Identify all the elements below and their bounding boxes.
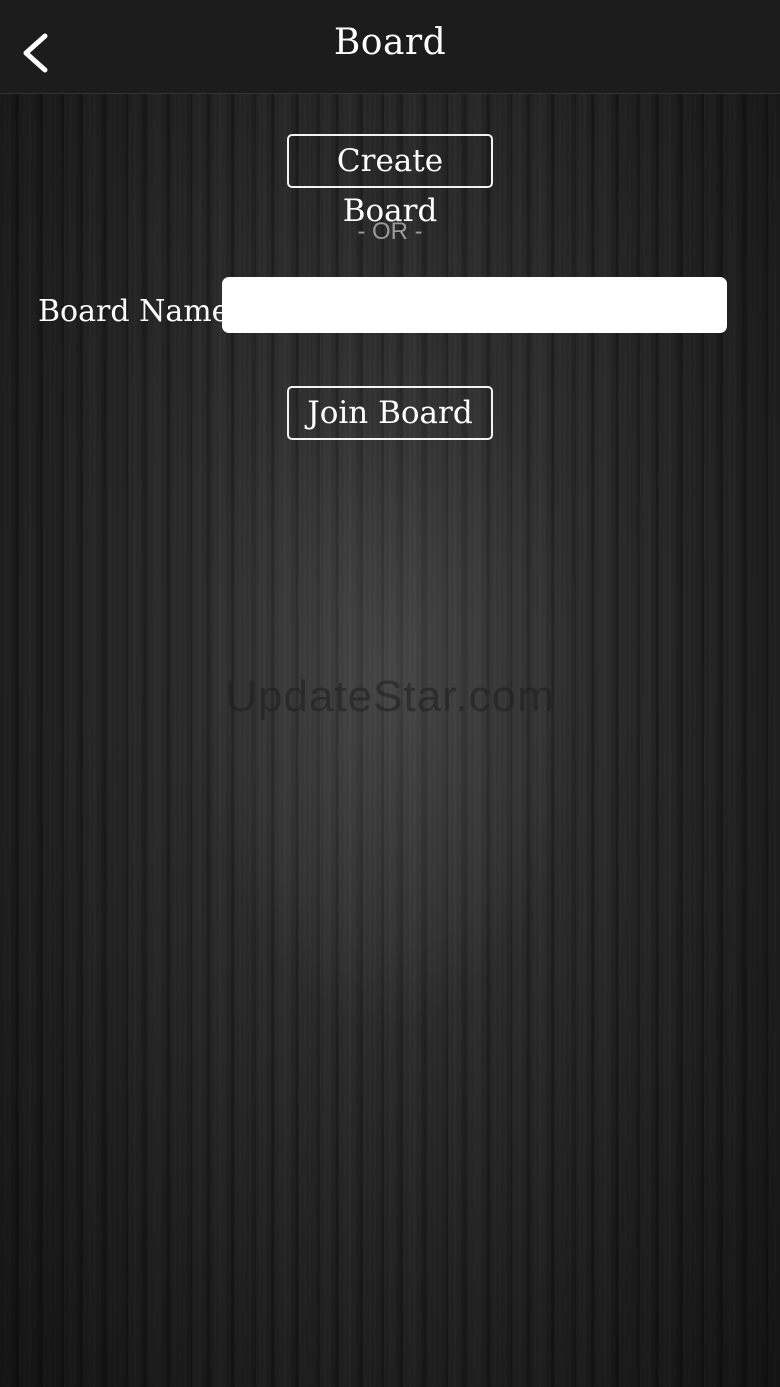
board-name-input[interactable]	[222, 277, 727, 333]
watermark: UpdateStar.com	[225, 672, 555, 721]
or-divider: - OR -	[357, 218, 423, 245]
join-board-button[interactable]: Join Board	[287, 386, 493, 440]
wood-background: UpdateStar.com Create Board - OR - Board…	[0, 94, 780, 1387]
page-title: Board	[333, 22, 447, 63]
board-name-label: Board Name	[38, 294, 230, 329]
nav-bar: Board	[0, 0, 780, 94]
create-board-button[interactable]: Create Board	[287, 134, 493, 229]
